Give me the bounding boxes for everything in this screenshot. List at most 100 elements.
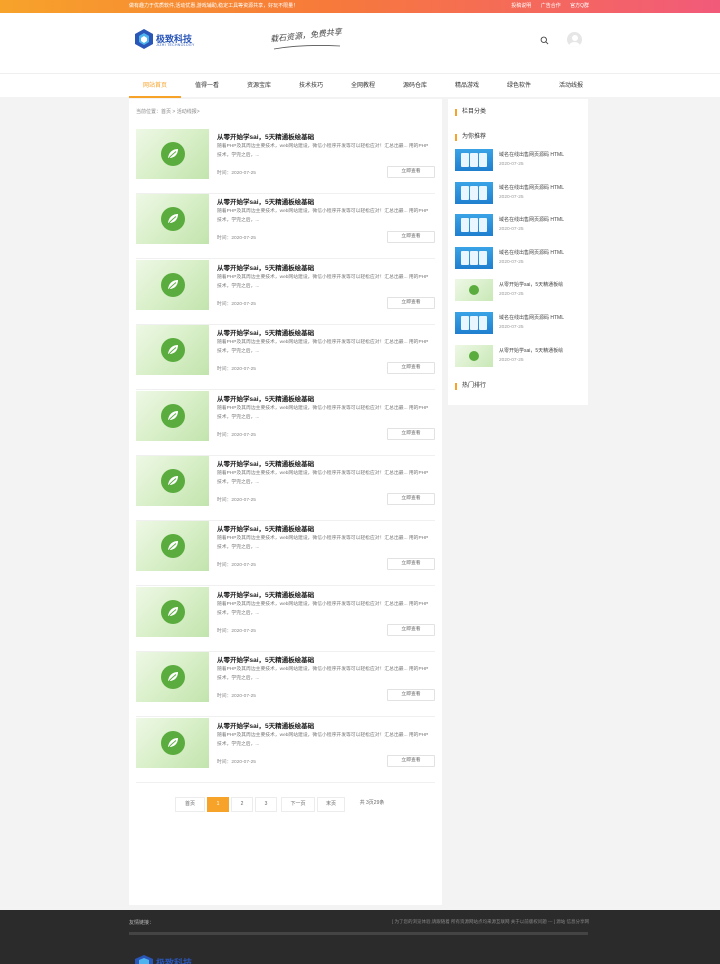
nav-item[interactable]: 资源宝库 bbox=[233, 74, 285, 98]
nav-item[interactable]: 源码仓库 bbox=[389, 74, 441, 98]
nav-item[interactable]: 值得一看 bbox=[181, 74, 233, 98]
article-title[interactable]: 从零开始学sai，5天精通板绘基础 bbox=[217, 720, 314, 730]
recommend-thumbnail[interactable] bbox=[455, 279, 493, 302]
sidebar-hot-heading: 热门排行 bbox=[455, 383, 486, 390]
view-now-button[interactable]: 立即查看 bbox=[387, 623, 435, 636]
article-item[interactable]: 从零开始学sai，5天精通板绘基础 随着PHP及其周边主要技术，web网站建设，微… bbox=[136, 129, 435, 194]
article-thumbnail[interactable] bbox=[136, 259, 209, 310]
nav-item[interactable]: 技术技巧 bbox=[285, 74, 337, 98]
site-logo[interactable]: 极致科技 JIZHI TECHNOLOGY bbox=[134, 28, 204, 52]
pagination-item[interactable]: 3 bbox=[255, 797, 277, 812]
view-now-button[interactable]: 立即查看 bbox=[387, 754, 435, 767]
top-link-qq-group[interactable]: 官方Q群 bbox=[570, 3, 589, 9]
recommend-title[interactable]: 域名在线出售网页源码 HTML bbox=[499, 216, 564, 223]
leaf-icon bbox=[168, 410, 178, 421]
pagination-item[interactable]: 首页 bbox=[175, 797, 205, 812]
article-time: 时间：2020-07-25 bbox=[217, 694, 256, 700]
view-now-button[interactable]: 立即查看 bbox=[387, 427, 435, 440]
leaf-icon bbox=[168, 737, 178, 748]
recommend-thumbnail[interactable] bbox=[455, 344, 493, 367]
article-item[interactable]: 从零开始学sai，5天精通板绘基础 随着PHP及其周边主要技术，web网站建设，微… bbox=[136, 194, 435, 260]
article-title[interactable]: 从零开始学sai，5天精通板绘基础 bbox=[217, 458, 314, 468]
article-item[interactable]: 从零开始学sai，5天精通板绘基础 随着PHP及其周边主要技术，web网站建设，微… bbox=[136, 325, 435, 391]
recommend-thumbnail[interactable] bbox=[455, 312, 493, 334]
recommend-item[interactable]: 从零开始学sai，5天精通板绘 2020-07-25 bbox=[455, 344, 583, 369]
article-item[interactable]: 从零开始学sai，5天精通板绘基础随着PHP及其周边主要技术，web网站建设，微… bbox=[136, 390, 435, 456]
article-title[interactable]: 从零开始学sai，5天精通板绘基础 bbox=[217, 654, 314, 664]
footer-logo[interactable]: 极致科技 bbox=[134, 954, 204, 964]
pagination-item[interactable]: 下一页 bbox=[281, 797, 315, 812]
nav-item[interactable]: 绿色软件 bbox=[493, 74, 545, 98]
article-time: 时间：2020-07-25 bbox=[217, 432, 256, 438]
site-header: 极致科技 JIZHI TECHNOLOGY 载石资源，免费共享 bbox=[0, 13, 720, 73]
view-now-button[interactable]: 立即查看 bbox=[387, 362, 435, 375]
article-excerpt: 随着PHP及其周边主要技术，web网站建设，微信小程序开发等可以轻松应对！汇总出… bbox=[217, 601, 429, 616]
recommend-thumbnail[interactable] bbox=[455, 149, 493, 171]
recommend-item[interactable]: 域名在线出售网页源码 HTML 2020-07-25 bbox=[455, 312, 583, 336]
top-link-advertise[interactable]: 广告合作 bbox=[541, 3, 561, 9]
view-now-button[interactable]: 立即查看 bbox=[387, 493, 435, 505]
recommend-item[interactable]: 域名在线出售网页源码 HTML 2020-07-25 bbox=[455, 181, 583, 206]
article-title[interactable]: 从零开始学sai，5天精通板绘基础 bbox=[217, 131, 314, 141]
article-thumbnail[interactable] bbox=[136, 652, 209, 703]
footer-links-label: 友情链接： bbox=[129, 920, 155, 926]
pagination-item[interactable]: 1 bbox=[207, 797, 229, 812]
article-excerpt: 随着PHP及其周边主要技术，web网站建设，微信小程序开发等可以轻松应对！汇总出… bbox=[217, 274, 429, 289]
article-title[interactable]: 从零开始学sai，5天精通板绘基础 bbox=[217, 196, 314, 206]
view-now-button[interactable]: 立即查看 bbox=[387, 296, 435, 309]
leaf-icon bbox=[168, 149, 178, 159]
top-link-contribute[interactable]: 投稿说明 bbox=[511, 3, 531, 9]
article-item[interactable]: 从零开始学sai，5天精通板绘基础 随着PHP及其周边主要技术，web网站建设，微… bbox=[136, 456, 435, 521]
recommend-title[interactable]: 从零开始学sai，5天精通板绘 bbox=[499, 281, 563, 288]
search-icon[interactable] bbox=[540, 36, 549, 45]
nav-item[interactable]: 全网教程 bbox=[337, 74, 389, 98]
nav-item[interactable]: 精品游戏 bbox=[441, 74, 493, 98]
recommend-thumbnail[interactable] bbox=[455, 214, 493, 237]
article-title[interactable]: 从零开始学sai，5天精通板绘基础 bbox=[217, 589, 314, 599]
view-now-button[interactable]: 立即查看 bbox=[387, 558, 435, 571]
recommend-item[interactable]: 域名在线出售网页源码 HTML 2020-07-25 bbox=[455, 214, 583, 238]
recommend-item[interactable]: 从零开始学sai，5天精通板绘 2020-07-25 bbox=[455, 279, 583, 303]
recommend-title[interactable]: 域名在线出售网页源码 HTML bbox=[499, 249, 564, 256]
article-thumbnail[interactable] bbox=[136, 390, 209, 441]
article-thumbnail[interactable] bbox=[136, 194, 209, 245]
recommend-title[interactable]: 从零开始学sai，5天精通板绘 bbox=[499, 347, 563, 354]
article-item[interactable]: 从零开始学sai，5天精通板绘基础随着PHP及其周边主要技术，web网站建设，微… bbox=[136, 586, 435, 652]
view-now-button[interactable]: 立即查看 bbox=[387, 231, 435, 244]
article-item[interactable]: 从零开始学sai，5天精通板绘基础随着PHP及其周边主要技术，web网站建设，微… bbox=[136, 259, 435, 325]
article-thumbnail[interactable] bbox=[136, 521, 209, 572]
article-title[interactable]: 从零开始学sai，5天精通板绘基础 bbox=[217, 262, 314, 272]
article-thumbnail[interactable] bbox=[136, 717, 209, 768]
pagination-item[interactable]: 2 bbox=[231, 797, 253, 812]
recommend-item[interactable]: 域名在线出售网页源码 HTML 2020-07-25 bbox=[455, 246, 583, 271]
leaf-icon bbox=[168, 672, 178, 682]
article-item[interactable]: 从零开始学sai，5天精通板绘基础 随着PHP及其周边主要技术，web网站建设，微… bbox=[136, 521, 435, 587]
recommend-title[interactable]: 域名在线出售网页源码 HTML bbox=[499, 184, 564, 191]
article-thumbnail[interactable] bbox=[136, 456, 209, 506]
recommend-thumbnail[interactable] bbox=[455, 181, 493, 204]
article-thumbnail[interactable] bbox=[136, 325, 209, 376]
pagination-item[interactable]: 末页 bbox=[317, 797, 345, 812]
article-time: 时间：2020-07-25 bbox=[217, 498, 256, 503]
recommend-title[interactable]: 域名在线出售网页源码 HTML bbox=[499, 151, 564, 158]
footer-logo-hex-icon bbox=[135, 955, 153, 964]
recommend-item[interactable]: 域名在线出售网页源码 HTML 2020-07-25 bbox=[455, 149, 583, 173]
article-item[interactable]: 从零开始学sai，5天精通板绘基础 随着PHP及其周边主要技术，web网站建设，微… bbox=[136, 652, 435, 718]
user-avatar-icon[interactable] bbox=[567, 32, 582, 47]
recommend-title[interactable]: 域名在线出售网页源码 HTML bbox=[499, 314, 564, 321]
article-excerpt: 随着PHP及其周边主要技术，web网站建设，微信小程序开发等可以轻松应对！汇总出… bbox=[217, 405, 429, 420]
view-now-button[interactable]: 立即查看 bbox=[387, 166, 435, 178]
recommend-date: 2020-07-25 bbox=[499, 259, 524, 265]
article-thumbnail[interactable] bbox=[136, 129, 209, 179]
recommend-thumbnail[interactable] bbox=[455, 246, 493, 269]
nav-item[interactable]: 活动线报 bbox=[545, 74, 597, 98]
article-title[interactable]: 从零开始学sai，5天精通板绘基础 bbox=[217, 327, 314, 337]
article-thumbnail[interactable] bbox=[136, 586, 209, 637]
article-item[interactable]: 从零开始学sai，5天精通板绘基础 随着PHP及其周边主要技术，web网站建设，微… bbox=[136, 717, 435, 783]
article-title[interactable]: 从零开始学sai，5天精通板绘基础 bbox=[217, 393, 314, 403]
leaf-icon bbox=[168, 345, 178, 355]
leaf-icon bbox=[168, 279, 178, 290]
nav-item[interactable]: 网站首页 bbox=[129, 74, 181, 98]
article-title[interactable]: 从零开始学sai，5天精通板绘基础 bbox=[217, 523, 314, 533]
view-now-button[interactable]: 立即查看 bbox=[387, 689, 435, 702]
